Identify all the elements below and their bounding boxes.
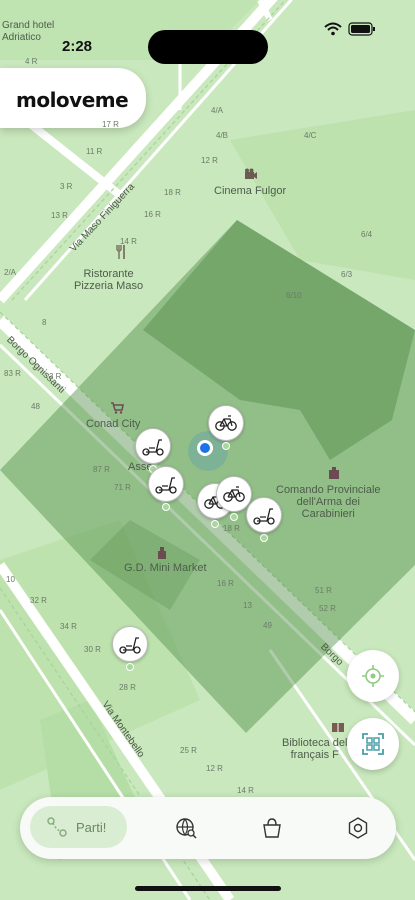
- house-number: 49: [263, 621, 272, 630]
- shopping-cart-icon: [111, 402, 124, 414]
- poi-label: Biblioteca del français F: [282, 737, 348, 761]
- status-time: 2:28: [62, 38, 93, 55]
- dynamic-island: [148, 30, 268, 64]
- house-number: 16 R: [217, 579, 234, 588]
- house-number: 83 R: [4, 369, 21, 378]
- house-number: 14 R: [120, 237, 137, 246]
- house-number: 11 R: [86, 147, 103, 156]
- scooter-icon: [142, 439, 164, 456]
- status-bar: 2:28: [0, 18, 415, 64]
- house-number: 3 R: [49, 372, 62, 381]
- app-logo: moloveme: [0, 68, 146, 128]
- house-number: 18 R: [164, 188, 181, 197]
- vehicle-marker-scooter[interactable]: [246, 497, 282, 533]
- restaurant-icon: [116, 245, 125, 259]
- settings-icon[interactable]: [346, 816, 370, 840]
- poi-label: Cinema Fulgor: [214, 185, 287, 197]
- poi-label: Ristorante Pizzeria Maso: [74, 268, 144, 292]
- user-location-dot: [197, 440, 213, 456]
- house-number: 14 R: [237, 786, 254, 795]
- vehicle-anchor: [211, 520, 219, 528]
- scooter-icon: [119, 637, 141, 654]
- poi-label: Conad City: [86, 418, 141, 430]
- vehicle-marker-bike[interactable]: [216, 476, 252, 512]
- scan-qr-button[interactable]: [347, 718, 399, 770]
- house-number: 16 R: [144, 210, 161, 219]
- house-number: 17 R: [102, 120, 119, 129]
- bicycle-icon: [223, 486, 245, 502]
- start-ride-button[interactable]: Parti!: [30, 806, 127, 848]
- locate-me-button[interactable]: [347, 650, 399, 702]
- bag-icon[interactable]: [260, 816, 284, 840]
- house-number: 13 R: [51, 211, 68, 220]
- house-number: 4/C: [304, 131, 317, 140]
- house-number: 4 R: [25, 57, 38, 66]
- house-number: 6/3: [341, 270, 353, 279]
- house-number: 51 R: [315, 586, 332, 595]
- house-number: 25 R: [180, 746, 197, 755]
- house-number: 2/A: [4, 268, 17, 277]
- house-number: 48: [31, 402, 40, 411]
- vehicle-marker-scooter[interactable]: [148, 466, 184, 502]
- battery-icon: [348, 22, 375, 36]
- house-number: 6/10: [286, 291, 302, 300]
- start-ride-label: Parti!: [76, 820, 107, 835]
- house-number: 28 R: [119, 683, 136, 692]
- vehicle-marker-scooter[interactable]: [135, 428, 171, 464]
- vehicle-anchor: [230, 513, 238, 521]
- house-number: 4/A: [211, 106, 224, 115]
- poi-label: G.D. Mini Market: [124, 562, 207, 574]
- globe-search-icon[interactable]: [174, 816, 198, 840]
- house-number: 52 R: [319, 604, 336, 613]
- house-number: 6/4: [361, 230, 373, 239]
- house-number: 12 R: [201, 156, 218, 165]
- vehicle-anchor: [222, 442, 230, 450]
- house-number: 34 R: [60, 622, 77, 631]
- vehicle-marker-scooter[interactable]: [112, 626, 148, 662]
- house-number: 18 R: [223, 524, 240, 533]
- house-number: 3 R: [60, 182, 73, 191]
- bicycle-icon: [215, 415, 237, 431]
- wifi-icon: [324, 22, 342, 36]
- bottom-nav: Parti!: [20, 797, 396, 859]
- vehicle-anchor: [126, 663, 134, 671]
- vehicle-anchor: [162, 503, 170, 511]
- qr-scan-icon: [362, 733, 384, 755]
- store-icon: [158, 547, 166, 559]
- poi-label: Grand hotel Adriatico: [2, 20, 55, 43]
- route-icon: [47, 817, 67, 837]
- poi-label: Comando Provinciale dell'Arma dei Carabi…: [276, 484, 381, 520]
- crosshair-icon: [362, 665, 384, 687]
- vehicle-marker-bike[interactable]: [208, 405, 244, 441]
- library-icon: [332, 723, 344, 732]
- scooter-icon: [155, 477, 177, 494]
- scooter-icon: [253, 508, 275, 525]
- house-number: 12 R: [206, 764, 223, 773]
- cinema-icon: [245, 168, 257, 179]
- house-number: 13: [243, 601, 252, 610]
- house-number: 4/B: [216, 131, 229, 140]
- house-number: 71 R: [114, 483, 131, 492]
- logo-text: moloveme: [16, 88, 129, 112]
- house-number: 32 R: [30, 596, 47, 605]
- vehicle-anchor: [260, 534, 268, 542]
- house-number: 8: [42, 318, 47, 327]
- house-number: 87 R: [93, 465, 110, 474]
- house-number: 10: [6, 575, 15, 584]
- house-number: 30 R: [84, 645, 101, 654]
- home-indicator: [135, 886, 281, 891]
- police-icon: [329, 467, 339, 479]
